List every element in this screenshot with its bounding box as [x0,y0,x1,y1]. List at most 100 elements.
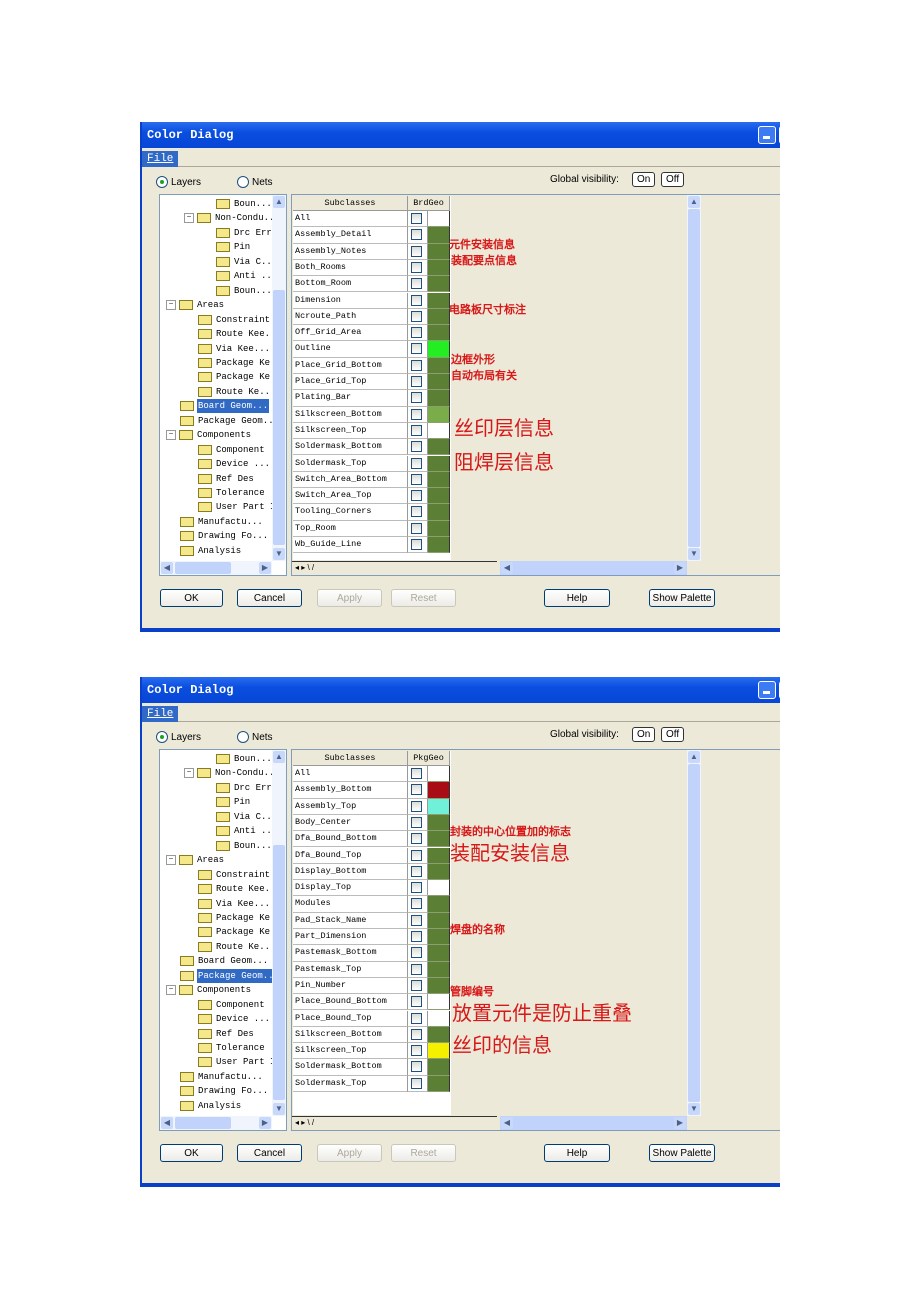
tree-item[interactable]: Pin [216,795,251,809]
tree-item[interactable]: Tolerance [198,1041,266,1055]
tree-item[interactable]: Package Geom.. [180,968,275,983]
color-swatch[interactable] [428,374,450,391]
subclass-name[interactable]: Switch_Area_Bottom [293,471,408,489]
tree-item[interactable]: Via Kee... [198,897,271,911]
subclass-name[interactable]: Modules [293,896,408,913]
tree-item[interactable]: Route Ke... [198,385,276,399]
menu-file[interactable]: File [142,151,179,167]
tree-item[interactable]: − Components [166,428,252,442]
subclass-name[interactable]: Display_Bottom [293,863,408,881]
minimize-button[interactable] [758,126,776,144]
visibility-checkbox[interactable] [408,847,428,864]
tree-item[interactable]: Manufactu... [180,515,264,529]
color-swatch[interactable] [428,520,450,537]
color-swatch[interactable] [428,422,450,440]
tree-item[interactable]: Component ' [198,443,276,457]
visibility-checkbox[interactable] [408,504,428,521]
subclass-name[interactable]: Silkscreen_Top [293,1043,408,1060]
tree-item[interactable]: Board Geom... [180,399,270,414]
tree-item[interactable]: Device ... [198,1012,271,1026]
tree-item[interactable]: Via C.. [216,810,273,824]
subclass-name[interactable]: Tooling_Corners [293,504,408,521]
subclass-name[interactable]: Bottom_Room [293,276,408,293]
scroll-down-icon[interactable]: ▼ [273,548,285,560]
scroll-left-icon[interactable]: ◀ [501,1117,513,1129]
tree-item[interactable]: Via C.. [216,255,273,269]
color-swatch[interactable] [428,929,450,946]
visibility-checkbox[interactable] [408,259,428,277]
color-swatch[interactable] [428,1026,450,1044]
color-swatch[interactable] [428,227,450,244]
color-swatch[interactable] [428,782,450,799]
color-swatch[interactable] [428,1059,450,1076]
visibility-checkbox[interactable] [408,1059,428,1076]
tree-item[interactable]: Route Ke... [198,940,276,954]
tree-item[interactable]: Analysis [180,544,242,558]
collapse-icon[interactable]: − [184,768,194,779]
visibility-checkbox[interactable] [408,455,428,472]
scroll-right-icon[interactable]: ▶ [674,1117,686,1129]
color-swatch[interactable] [428,814,450,832]
grid-vertical-scrollbar[interactable]: ▲ ▼ [687,195,701,561]
grid-horizontal-scrollbar[interactable]: ◀ ▶ [500,1116,687,1130]
tree-item[interactable]: − Areas [166,298,225,312]
ok-button[interactable]: OK [160,589,223,607]
visibility-checkbox[interactable] [408,994,428,1011]
subclass-name[interactable]: Dimension [293,292,408,309]
color-swatch[interactable] [428,439,450,456]
subclass-name[interactable]: Place_Bound_Top [293,1010,408,1027]
visibility-checkbox[interactable] [408,766,428,783]
visibility-checkbox[interactable] [408,520,428,537]
global-off-button[interactable]: Off [661,727,685,742]
subclass-name[interactable]: Assembly_Bottom [293,782,408,799]
color-swatch[interactable] [428,912,450,929]
visibility-checkbox[interactable] [408,227,428,244]
subclass-name[interactable]: Pad_Stack_Name [293,912,408,929]
global-off-button[interactable]: Off [661,172,685,187]
show-palette-button[interactable]: Show Palette [649,589,715,607]
subclass-name[interactable]: Display_Top [293,880,408,897]
scroll-up-icon[interactable]: ▲ [688,751,700,763]
subclass-name[interactable]: Silkscreen_Bottom [293,406,408,423]
tree-item[interactable]: Package Geom.. [180,414,275,428]
tree-item[interactable]: User Part I [198,500,276,514]
color-swatch[interactable] [428,488,450,505]
color-swatch[interactable] [428,994,450,1011]
tree-item[interactable]: Board Geom... [180,954,269,968]
visibility-checkbox[interactable] [408,961,428,978]
scroll-thumb[interactable] [273,290,285,545]
visibility-checkbox[interactable] [408,292,428,309]
help-button[interactable]: Help [544,1144,610,1162]
visibility-checkbox[interactable] [408,406,428,423]
color-swatch[interactable] [428,896,450,913]
tree-item[interactable]: Drc Err [216,226,273,240]
tree-item[interactable]: Drawing Fo... [180,529,269,543]
color-swatch[interactable] [428,390,450,407]
scroll-thumb[interactable] [175,1117,231,1129]
scroll-up-icon[interactable]: ▲ [273,751,285,763]
visibility-checkbox[interactable] [408,863,428,881]
color-swatch[interactable] [428,847,450,864]
color-swatch[interactable] [428,504,450,521]
visibility-checkbox[interactable] [408,243,428,260]
tree-item[interactable]: Drc Err [216,781,273,795]
tree-item[interactable]: Route Kee.. [198,327,276,341]
color-swatch[interactable] [428,259,450,277]
scroll-thumb[interactable] [688,209,700,547]
visibility-checkbox[interactable] [408,977,428,995]
tree-item[interactable]: Constraint [198,313,271,327]
tab-prev-icon[interactable]: ◂ ▸ \ / [295,563,314,572]
tree-item[interactable]: Boun... [216,284,273,298]
tree-item[interactable]: Anti .. [216,824,273,838]
subclass-name[interactable]: Soldermask_Top [293,1075,408,1092]
sheet-tab-bar[interactable]: ◂ ▸ \ / [292,561,497,575]
scroll-down-icon[interactable]: ▼ [273,1103,285,1115]
tree-horizontal-scrollbar[interactable]: ◀ ▶ [160,561,272,575]
tree-item[interactable]: Package Ke [198,911,271,925]
visibility-checkbox[interactable] [408,390,428,407]
subclass-name[interactable]: Top_Room [293,520,408,537]
tree-item[interactable]: Package Ke. [198,370,276,384]
visibility-checkbox[interactable] [408,471,428,489]
collapse-icon[interactable]: − [184,213,194,224]
color-swatch[interactable] [428,880,450,897]
